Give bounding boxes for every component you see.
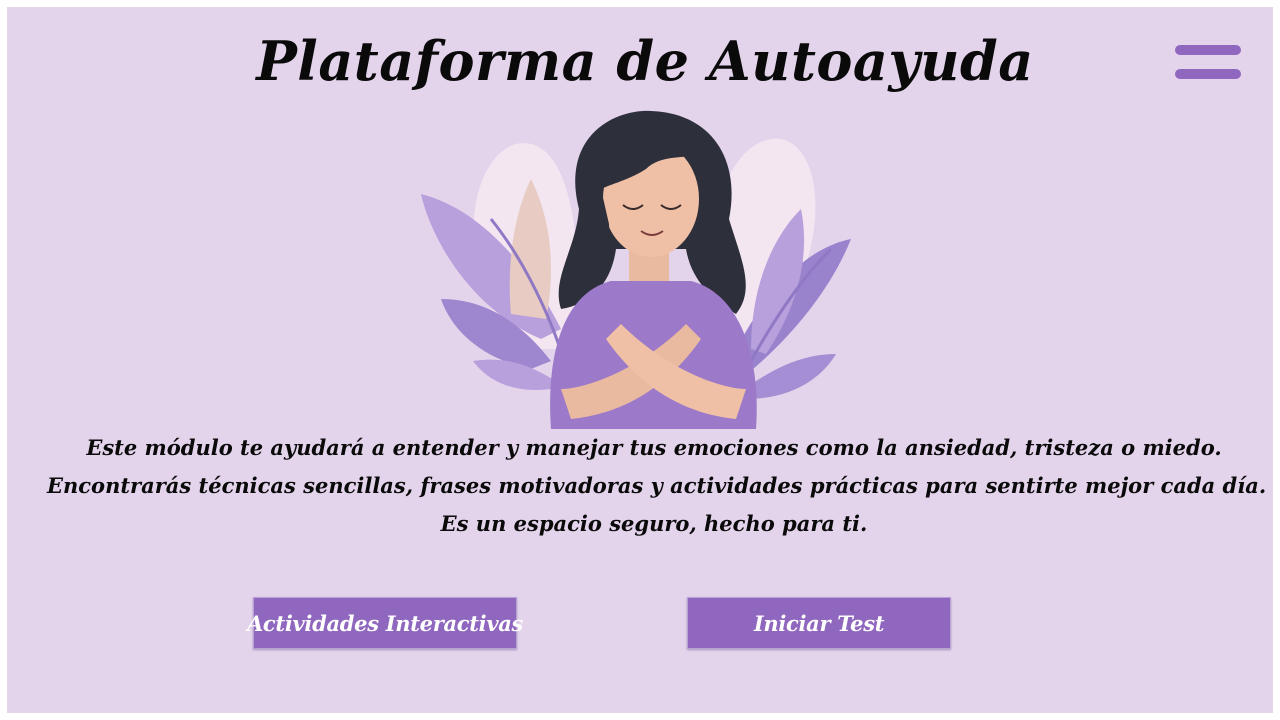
interactive-activities-button[interactable]: Actividades Interactivas — [247, 597, 523, 649]
menu-bar-top — [1175, 45, 1241, 55]
intro-text: Este módulo te ayudará a entender y mane… — [47, 429, 1267, 543]
woman-hugging-self-illustration — [421, 110, 851, 429]
start-test-button[interactable]: Iniciar Test — [687, 597, 951, 649]
intro-line-1: Este módulo te ayudará a entender y mane… — [86, 435, 1222, 460]
page-title: Plataforma de Autoayuda — [256, 29, 1034, 93]
intro-line-3: Es un espacio seguro, hecho para ti. — [440, 511, 868, 536]
app-frame: Plataforma de Autoayuda Este módulo te a… — [7, 7, 1273, 713]
intro-line-2: Encontrarás técnicas sencillas, frases m… — [47, 473, 1267, 498]
hamburger-menu-button[interactable] — [1175, 43, 1243, 83]
menu-bar-bottom — [1175, 69, 1241, 79]
